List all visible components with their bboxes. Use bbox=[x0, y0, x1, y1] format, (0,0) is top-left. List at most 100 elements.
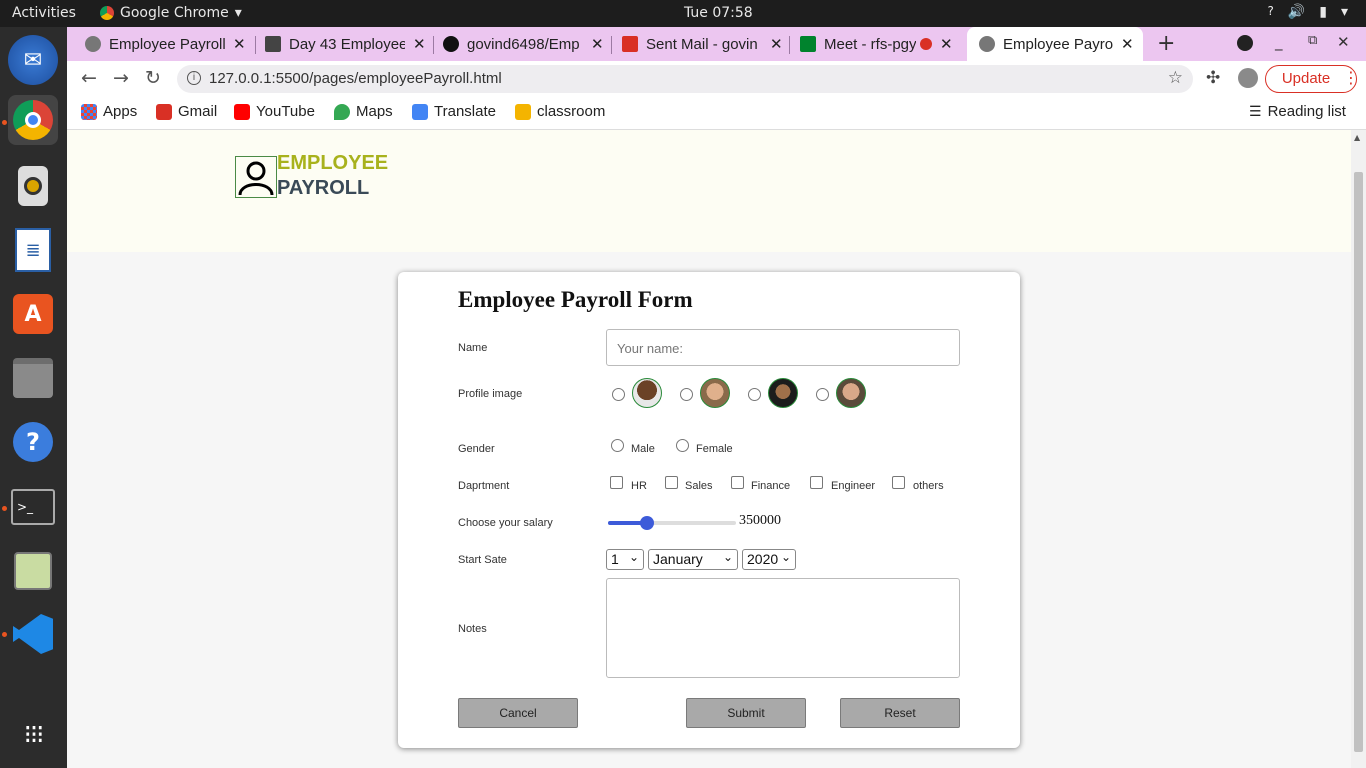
page-scrollbar[interactable]: ▲ bbox=[1351, 130, 1366, 768]
back-icon[interactable]: ← bbox=[81, 67, 97, 89]
department-checkbox-finance[interactable] bbox=[731, 476, 744, 489]
year-select[interactable]: 2020 ⌄ bbox=[742, 549, 796, 570]
menu-icon[interactable]: ⋮ bbox=[1343, 68, 1359, 87]
bookmark-label: classroom bbox=[537, 103, 606, 120]
gender-option-male: Male bbox=[631, 443, 655, 455]
department-checkbox-others[interactable] bbox=[892, 476, 905, 489]
close-icon[interactable]: ✕ bbox=[413, 35, 426, 53]
chrome-dock-icon[interactable] bbox=[8, 95, 58, 145]
department-checkbox-hr[interactable] bbox=[610, 476, 623, 489]
salary-slider[interactable] bbox=[608, 516, 736, 530]
tab[interactable]: govind6498/Emp ✕ bbox=[443, 27, 604, 61]
bookmark-youtube[interactable]: YouTube bbox=[234, 103, 315, 120]
tab[interactable]: Sent Mail - govin ✕ bbox=[622, 27, 783, 61]
tab[interactable]: Day 43 Employee ✕ bbox=[265, 27, 426, 61]
vscode-icon[interactable] bbox=[8, 609, 58, 659]
close-icon[interactable]: ✕ bbox=[591, 35, 604, 53]
profile-avatar-3[interactable] bbox=[768, 378, 798, 408]
system-tray[interactable]: ? 🔊 ▮ ▾ bbox=[1267, 4, 1348, 20]
profile-avatar-2[interactable] bbox=[700, 378, 730, 408]
forward-icon[interactable]: → bbox=[113, 67, 129, 89]
scroll-up-icon[interactable]: ▲ bbox=[1354, 133, 1360, 142]
image-viewer-icon[interactable] bbox=[8, 546, 58, 596]
app-menu[interactable]: Google Chrome ▾ bbox=[100, 5, 242, 21]
tab-label: Sent Mail - govin bbox=[646, 35, 758, 53]
profile-radio-3[interactable] bbox=[748, 388, 761, 401]
start-date-label: Start Sate bbox=[458, 554, 507, 566]
close-icon[interactable]: ✕ bbox=[1121, 35, 1134, 53]
software-center-icon[interactable]: A bbox=[8, 289, 58, 339]
profile-radio-1[interactable] bbox=[612, 388, 625, 401]
volume-icon: 🔊 bbox=[1287, 4, 1306, 20]
profile-radio-2[interactable] bbox=[680, 388, 693, 401]
app-grid-icon[interactable]: ⁝⁝⁝ bbox=[8, 710, 58, 760]
profile-avatar-1[interactable] bbox=[632, 378, 662, 408]
bookmark-gmail[interactable]: Gmail bbox=[156, 103, 217, 120]
close-icon[interactable]: ✕ bbox=[233, 35, 246, 53]
page-header: EMPLOYEE PAYROLL bbox=[67, 130, 1351, 252]
close-window-icon[interactable]: ✕ bbox=[1337, 33, 1350, 51]
name-input[interactable]: Your name: bbox=[606, 329, 960, 366]
terminal-icon[interactable]: >_ bbox=[8, 482, 58, 532]
department-checkbox-sales[interactable] bbox=[665, 476, 678, 489]
thunderbird-icon[interactable]: ✉ bbox=[8, 35, 58, 85]
tab-separator bbox=[611, 36, 612, 54]
avatar[interactable] bbox=[1238, 68, 1258, 88]
rhythmbox-icon[interactable] bbox=[8, 161, 58, 211]
globe-icon bbox=[85, 36, 101, 52]
slider-thumb[interactable] bbox=[640, 516, 654, 530]
notes-textarea[interactable] bbox=[606, 578, 960, 678]
gender-radio-male[interactable] bbox=[611, 439, 624, 452]
files-icon[interactable] bbox=[8, 353, 58, 403]
tab-search-icon[interactable] bbox=[1237, 35, 1253, 51]
tab-active[interactable]: Employee Payroll ✕ bbox=[967, 27, 1143, 61]
payroll-form: Employee Payroll Form Name Your name: Pr… bbox=[398, 272, 1020, 748]
bookmark-translate[interactable]: Translate bbox=[412, 103, 496, 120]
reload-icon[interactable]: ↻ bbox=[145, 67, 161, 89]
dock: ✉ ≣ A ? >_ ⁝⁝⁝ bbox=[0, 27, 67, 768]
tab-separator bbox=[255, 36, 256, 54]
profile-radio-4[interactable] bbox=[816, 388, 829, 401]
tab-label: Day 43 Employee bbox=[289, 35, 405, 53]
minimize-icon[interactable]: _ bbox=[1275, 33, 1283, 51]
department-option-engineer: Engineer bbox=[831, 480, 876, 492]
department-checkbox-engineer[interactable] bbox=[810, 476, 823, 489]
tab-label: Employee Payroll bbox=[109, 35, 225, 53]
url-text: 127.0.0.1:5500/pages/employeePayroll.htm… bbox=[209, 70, 502, 87]
profile-avatar-4[interactable] bbox=[836, 378, 866, 408]
clock[interactable]: Tue 07:58 bbox=[684, 5, 753, 21]
bookmark-label: Maps bbox=[356, 103, 393, 120]
submit-button[interactable]: Submit bbox=[686, 698, 806, 728]
month-select[interactable]: January ⌄ bbox=[648, 549, 738, 570]
maps-pin-icon bbox=[334, 103, 350, 120]
tab[interactable]: Employee Payroll ✕ bbox=[85, 27, 246, 61]
help-dock-icon[interactable]: ? bbox=[8, 417, 58, 467]
logo bbox=[235, 156, 277, 198]
scrollbar-thumb[interactable] bbox=[1354, 172, 1363, 752]
reset-button[interactable]: Reset bbox=[840, 698, 960, 728]
bookmark-apps[interactable]: Apps bbox=[81, 103, 137, 120]
close-icon[interactable]: ✕ bbox=[940, 35, 953, 53]
department-option-hr: HR bbox=[631, 480, 647, 492]
activities-button[interactable]: Activities bbox=[12, 5, 76, 21]
bookmark-classroom[interactable]: classroom bbox=[515, 103, 605, 120]
profile-image-label: Profile image bbox=[458, 388, 523, 400]
bookmark-star-icon[interactable]: ☆ bbox=[1168, 68, 1183, 88]
gender-radio-female[interactable] bbox=[676, 439, 689, 452]
gender-label: Gender bbox=[458, 443, 495, 455]
info-icon[interactable]: i bbox=[187, 71, 201, 85]
close-icon[interactable]: ✕ bbox=[770, 35, 783, 53]
gmail-icon bbox=[622, 36, 638, 52]
reading-list[interactable]: ☰ Reading list bbox=[1249, 103, 1346, 120]
day-select[interactable]: 1 ⌄ bbox=[606, 549, 644, 570]
new-tab-icon[interactable]: + bbox=[1157, 31, 1175, 56]
maximize-icon[interactable]: ⧉ bbox=[1308, 33, 1317, 48]
bookmark-maps[interactable]: Maps bbox=[334, 103, 393, 120]
classroom-icon bbox=[265, 36, 281, 52]
tab[interactable]: Meet - rfs-pgy ✕ bbox=[800, 27, 953, 61]
notes-label: Notes bbox=[458, 623, 487, 635]
extensions-icon[interactable]: ✣ bbox=[1206, 68, 1220, 88]
writer-icon[interactable]: ≣ bbox=[8, 225, 58, 275]
address-bar[interactable]: i 127.0.0.1:5500/pages/employeePayroll.h… bbox=[177, 65, 1193, 93]
cancel-button[interactable]: Cancel bbox=[458, 698, 578, 728]
